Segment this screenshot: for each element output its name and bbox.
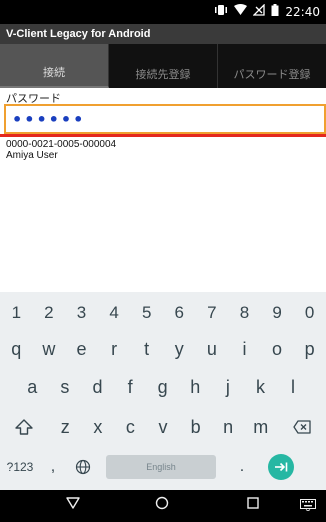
key-0[interactable]: 0 <box>293 298 326 328</box>
navigation-bar <box>0 490 326 522</box>
user-name-text: Amiya User <box>6 150 58 161</box>
key-4[interactable]: 4 <box>98 298 131 328</box>
tab-connect[interactable]: 接続 <box>0 44 109 88</box>
symbols-key[interactable]: ?123 <box>0 460 40 474</box>
key-z[interactable]: z <box>49 410 82 444</box>
tab-bar: 接続 接続先登録 パスワード登録 <box>0 44 326 88</box>
wifi-icon <box>234 4 248 19</box>
password-input[interactable] <box>6 106 324 132</box>
nav-home-icon[interactable] <box>155 496 169 515</box>
key-b[interactable]: b <box>179 410 212 444</box>
key-3[interactable]: 3 <box>65 298 98 328</box>
backspace-key-icon[interactable] <box>277 410 326 444</box>
key-j[interactable]: j <box>212 370 245 404</box>
key-5[interactable]: 5 <box>130 298 163 328</box>
key-c[interactable]: c <box>114 410 147 444</box>
space-key[interactable]: English <box>106 455 216 479</box>
nav-back-icon[interactable] <box>66 496 80 515</box>
key-d[interactable]: d <box>81 370 114 404</box>
key-n[interactable]: n <box>212 410 245 444</box>
key-p[interactable]: p <box>293 332 326 366</box>
key-l[interactable]: l <box>277 370 310 404</box>
key-g[interactable]: g <box>146 370 179 404</box>
shift-key-icon[interactable] <box>0 410 49 444</box>
nav-recent-apps-icon[interactable] <box>246 496 260 515</box>
key-h[interactable]: h <box>179 370 212 404</box>
soft-keyboard: 1 2 3 4 5 6 7 8 9 0 q w e r t y u i o p … <box>0 292 326 490</box>
key-a[interactable]: a <box>16 370 49 404</box>
key-x[interactable]: x <box>82 410 115 444</box>
key-q[interactable]: q <box>0 332 33 366</box>
signal-icon <box>252 3 266 19</box>
key-comma[interactable]: , <box>40 458 66 476</box>
key-e[interactable]: e <box>65 332 98 366</box>
key-v[interactable]: v <box>147 410 180 444</box>
key-k[interactable]: k <box>244 370 277 404</box>
connection-info: 0000-0021-0005-000004 Amiya User <box>6 139 116 161</box>
key-i[interactable]: i <box>228 332 261 366</box>
app-title: V-Client Legacy for Android <box>0 24 326 44</box>
tab-password-register[interactable]: パスワード登録 <box>218 44 326 88</box>
key-w[interactable]: w <box>33 332 66 366</box>
key-y[interactable]: y <box>163 332 196 366</box>
keyboard-row-qwerty: q w e r t y u i o p <box>0 332 326 366</box>
key-6[interactable]: 6 <box>163 298 196 328</box>
key-m[interactable]: m <box>244 410 277 444</box>
key-s[interactable]: s <box>49 370 82 404</box>
device-id-text: 0000-0021-0005-000004 <box>6 139 117 150</box>
key-1[interactable]: 1 <box>0 298 33 328</box>
enter-next-icon[interactable] <box>268 454 294 480</box>
tab-connection-register[interactable]: 接続先登録 <box>109 44 218 88</box>
key-t[interactable]: t <box>130 332 163 366</box>
keyboard-switch-icon[interactable] <box>300 498 316 516</box>
keyboard-row-asdf: a s d f g h j k l <box>0 370 326 404</box>
key-7[interactable]: 7 <box>196 298 229 328</box>
key-8[interactable]: 8 <box>228 298 261 328</box>
input-underline <box>0 134 326 137</box>
globe-icon[interactable] <box>66 459 100 475</box>
key-2[interactable]: 2 <box>33 298 66 328</box>
keyboard-row-bottom: ?123 , English . <box>0 450 326 484</box>
password-field-wrapper <box>4 104 326 134</box>
keyboard-row-numbers: 1 2 3 4 5 6 7 8 9 0 <box>0 298 326 328</box>
status-bar: 22:40 <box>0 0 326 24</box>
vibrate-icon <box>214 4 228 19</box>
key-o[interactable]: o <box>261 332 294 366</box>
keyboard-row-zxcv: z x c v b n m <box>0 410 326 444</box>
key-r[interactable]: r <box>98 332 131 366</box>
key-9[interactable]: 9 <box>261 298 294 328</box>
key-period[interactable]: . <box>222 458 262 476</box>
status-icons: 22:40 <box>214 3 320 19</box>
key-f[interactable]: f <box>114 370 147 404</box>
key-u[interactable]: u <box>196 332 229 366</box>
status-time: 22:40 <box>285 4 320 19</box>
battery-icon <box>271 4 279 19</box>
